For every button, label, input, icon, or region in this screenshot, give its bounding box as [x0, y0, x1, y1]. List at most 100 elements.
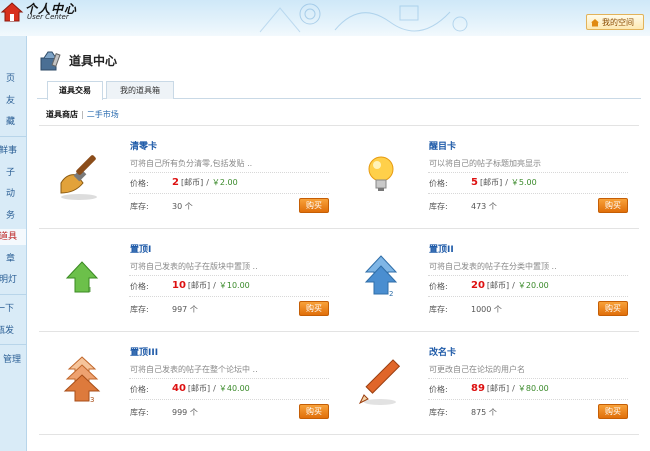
stock-label: 库存: [429, 202, 448, 211]
sidebar-item[interactable]: 明灯 [0, 272, 26, 288]
sidebar-item[interactable]: 管理 [0, 352, 26, 368]
prop-stock: 999 个 [172, 408, 198, 417]
tab-prop-trade[interactable]: 道具交易 [47, 81, 103, 100]
sidebar-item[interactable]: 务 [0, 208, 26, 224]
divider [39, 125, 639, 126]
sidebar-item[interactable]: 章 [0, 251, 26, 267]
arrow-up-green-icon: I [65, 261, 99, 294]
prop-name[interactable]: 置顶III [130, 345, 158, 358]
buy-button[interactable]: 购买 [299, 301, 329, 316]
prop-price: 20 [邮币] / ￥20.00 [471, 280, 549, 291]
prop-card: 3 置顶III 可将自己发表的帖子在整个论坛中 .. 价格: 40 [邮币] / ￥4… [39, 335, 329, 435]
home-icon [0, 2, 24, 22]
dotted-divider [129, 275, 329, 276]
dotted-divider [129, 172, 329, 173]
price-label: 价格: [130, 282, 149, 291]
prop-price: 89 [邮币] / ￥80.00 [471, 383, 549, 394]
prop-price: 5 [邮币] / ￥5.00 [471, 177, 537, 188]
home-small-icon [591, 18, 599, 26]
sidebar-divider [0, 294, 26, 295]
prop-name[interactable]: 清零卡 [130, 139, 157, 152]
prop-name[interactable]: 置顶I [130, 242, 151, 255]
buy-button[interactable]: 购买 [299, 404, 329, 419]
sidebar-item[interactable]: 友 [0, 93, 26, 109]
stock-label: 库存: [130, 305, 149, 314]
prop-description: 可以将自己的帖子标题加亮显示 [429, 159, 541, 168]
price-label: 价格: [429, 282, 448, 291]
subnav-second-hand-market[interactable]: 二手市场 [87, 110, 119, 119]
arrow-up-blue-icon: 2 [364, 255, 398, 298]
sidebar-divider [0, 136, 26, 137]
sidebar-item[interactable]: 页 [0, 71, 26, 87]
stock-label: 库存: [429, 305, 448, 314]
prop-description: 可将自己发表的帖子在版块中置顶 .. [130, 262, 258, 271]
prop-description: 可将自己所有负分清零,包括发贴 .. [130, 159, 253, 168]
svg-text:3: 3 [90, 396, 94, 404]
dotted-divider [428, 399, 628, 400]
tab-bar: 道具交易 我的道具箱 [37, 81, 641, 100]
divider [39, 331, 639, 332]
arrow-up-orange-icon: 3 [63, 356, 101, 404]
dotted-divider [428, 378, 628, 379]
dotted-divider [428, 193, 628, 194]
divider [39, 434, 639, 435]
prop-price: 10 [邮币] / ￥10.00 [172, 280, 250, 291]
sidebar-item[interactable]: 一下 [0, 301, 26, 317]
dotted-divider [428, 275, 628, 276]
prop-stock: 875 个 [471, 408, 497, 417]
sidebar-item[interactable]: 藏 [0, 114, 26, 130]
prop-stock: 997 个 [172, 305, 198, 314]
lightbulb-icon [368, 156, 394, 191]
my-space-label: 我的空间 [602, 17, 634, 27]
tab-my-props[interactable]: 我的道具箱 [106, 81, 174, 99]
prop-name[interactable]: 改名卡 [429, 345, 456, 358]
header-decoration [259, 3, 468, 33]
svg-text:I: I [89, 286, 91, 294]
prop-card: 改名卡 可更改自己在论坛的用户名 价格: 89 [邮币] / ￥80.00 库存: 8… [338, 335, 628, 435]
stock-label: 库存: [130, 202, 149, 211]
prop-stock: 473 个 [471, 202, 497, 211]
sidebar-item-props[interactable]: 道具 [0, 229, 26, 245]
divider [39, 228, 639, 229]
sidebar-item[interactable]: 动 [0, 186, 26, 202]
paintbrush-icon [60, 155, 97, 200]
price-label: 价格: [429, 385, 448, 394]
svg-text:2: 2 [389, 290, 393, 298]
subnav-separator: | [81, 110, 84, 119]
prop-stock: 30 个 [172, 202, 193, 211]
price-label: 价格: [130, 385, 149, 394]
buy-button[interactable]: 购买 [299, 198, 329, 213]
sub-navigation: 道具商店 | 二手市场 [46, 109, 119, 120]
subnav-prop-shop[interactable]: 道具商店 [46, 110, 78, 119]
top-header: 个人中心 User Center 我的空间 [0, 0, 650, 36]
left-sidebar: 页 友 藏 鲜事 子 动 务 道具 章 明灯 一下 瓶发 管理 [0, 36, 27, 451]
dotted-divider [428, 296, 628, 297]
dotted-divider [129, 296, 329, 297]
prop-stock: 1000 个 [471, 305, 502, 314]
logo[interactable] [0, 0, 24, 24]
page-title: 道具中心 [69, 54, 118, 68]
buy-button[interactable]: 购买 [598, 198, 628, 213]
buy-button[interactable]: 购买 [598, 404, 628, 419]
prop-description: 可将自己发表的帖子在分类中置顶 .. [429, 262, 557, 271]
stock-label: 库存: [429, 408, 448, 417]
sidebar-item[interactable]: 瓶发 [0, 323, 26, 339]
prop-description: 可更改自己在论坛的用户名 [429, 365, 525, 374]
dotted-divider [129, 193, 329, 194]
prop-card: 清零卡 可将自己所有负分清零,包括发贴 .. 价格: 2 [邮币] / ￥2.00 库… [39, 129, 329, 229]
prop-name[interactable]: 置顶II [429, 242, 454, 255]
buy-button[interactable]: 购买 [598, 301, 628, 316]
price-label: 价格: [130, 179, 149, 188]
prop-description: 可将自己发表的帖子在整个论坛中 .. [130, 365, 258, 374]
prop-card: 醒目卡 可以将自己的帖子标题加亮显示 价格: 5 [邮币] / ￥5.00 库存: 4… [338, 129, 628, 229]
logo-subtitle: User Center [27, 13, 69, 21]
main-panel: 道具中心 道具交易 我的道具箱 道具商店 | 二手市场 清零卡 可将自己所有负分清零… [31, 36, 646, 451]
dotted-divider [428, 172, 628, 173]
sidebar-item[interactable]: 鲜事 [0, 143, 26, 159]
my-space-button[interactable]: 我的空间 [586, 14, 644, 30]
stock-label: 库存: [130, 408, 149, 417]
prop-card: I 置顶I 可将自己发表的帖子在版块中置顶 .. 价格: 10 [邮币] / ￥10.… [39, 232, 329, 332]
sidebar-item[interactable]: 子 [0, 165, 26, 181]
dotted-divider [129, 399, 329, 400]
prop-name[interactable]: 醒目卡 [429, 139, 456, 152]
